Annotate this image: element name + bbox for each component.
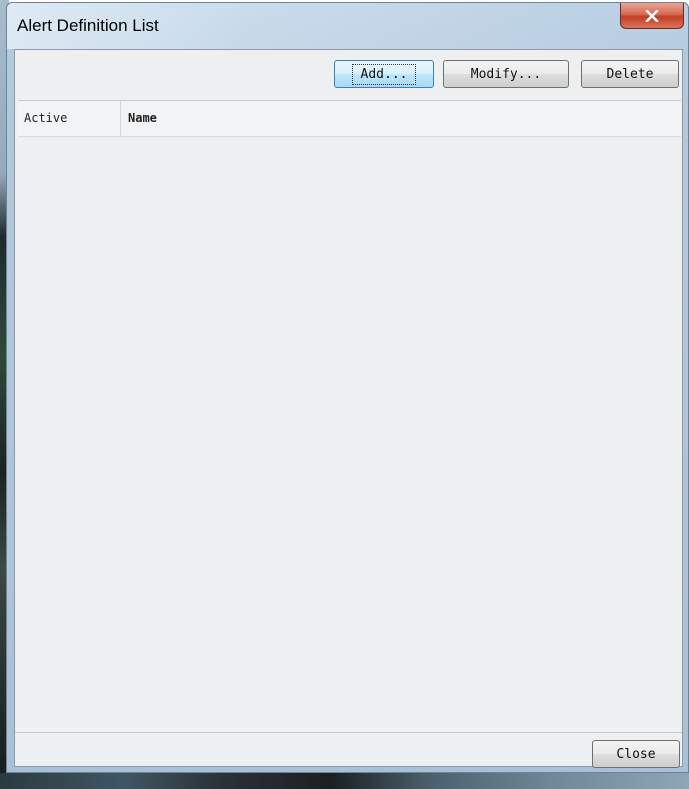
modify-button[interactable]: Modify... <box>443 60 569 88</box>
delete-button[interactable]: Delete <box>581 60 679 88</box>
close-icon <box>645 9 659 22</box>
list-header: Active Name <box>18 101 681 137</box>
delete-button-label: Delete <box>606 66 654 82</box>
window-close-button[interactable] <box>620 3 684 29</box>
close-button-label: Close <box>616 746 656 762</box>
close-button[interactable]: Close <box>592 740 680 768</box>
alert-definition-list[interactable]: Active Name <box>18 100 681 733</box>
column-header-active[interactable]: Active <box>18 101 121 136</box>
footer-bar: Close <box>15 732 682 768</box>
modify-button-label: Modify... <box>470 66 542 82</box>
taskbar-edge <box>0 773 689 789</box>
dialog-body: Add... Modify... Delete Active Name Clos… <box>14 49 683 768</box>
column-header-name[interactable]: Name <box>121 101 421 136</box>
add-button[interactable]: Add... <box>334 60 434 88</box>
window-title: Alert Definition List <box>17 16 159 35</box>
title-bar[interactable]: Alert Definition List <box>7 3 688 49</box>
add-button-label: Add... <box>351 63 417 85</box>
toolbar: Add... Modify... Delete <box>15 50 682 98</box>
alert-definition-list-window: Alert Definition List Add... Modify... D… <box>6 2 689 773</box>
